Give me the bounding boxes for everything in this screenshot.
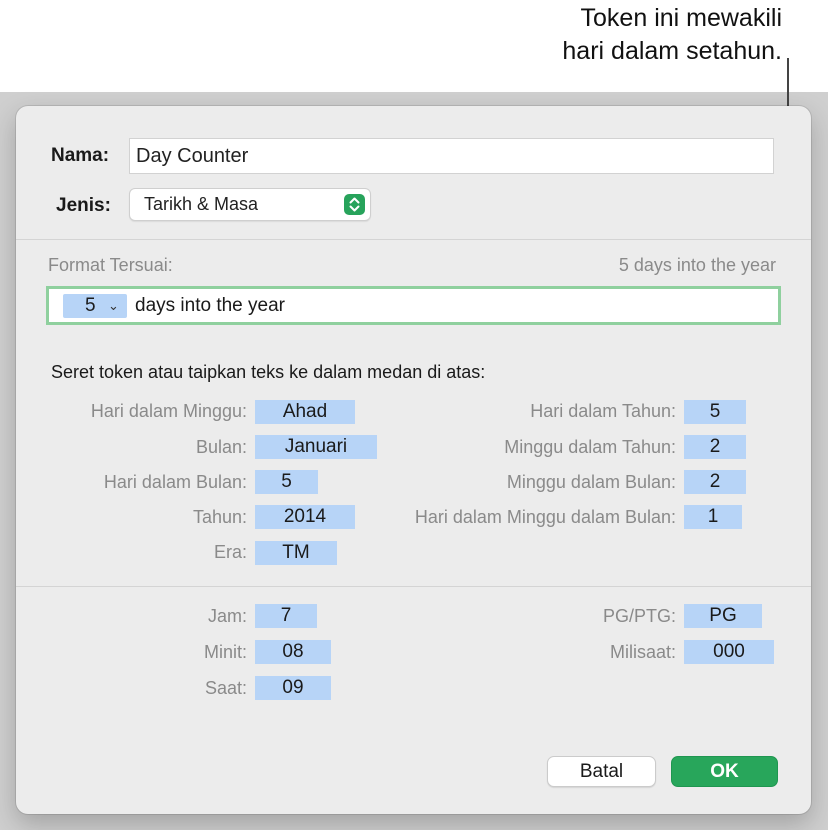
token-label-hour: Jam: xyxy=(207,606,247,626)
token-second[interactable]: 09 xyxy=(255,676,331,700)
token-value: 5 xyxy=(85,295,96,316)
chevron-down-icon[interactable]: ⌄ xyxy=(108,294,119,318)
token-label-day-of-month: Hari dalam Bulan: xyxy=(103,472,247,492)
cancel-button[interactable]: Batal xyxy=(547,756,656,787)
format-text: days into the year xyxy=(135,295,285,316)
token-label-day-of-week: Hari dalam Minggu: xyxy=(90,401,247,421)
type-popup-value: Tarikh & Masa xyxy=(144,194,259,214)
token-label-era: Era: xyxy=(213,542,247,562)
instructions-text: Seret token atau taipkan teks ke dalam m… xyxy=(51,362,486,382)
token-day-of-month[interactable]: 5 xyxy=(255,470,318,494)
token-label-day-of-year: Hari dalam Tahun: xyxy=(530,401,676,421)
token-label-second: Saat: xyxy=(204,678,247,698)
token-label-millisecond: Milisaat: xyxy=(609,642,676,662)
token-day-of-week[interactable]: Ahad xyxy=(255,400,355,424)
token-label-week-of-year: Minggu dalam Tahun: xyxy=(504,437,676,457)
callout-annotation: Token ini mewakili hari dalam setahun. xyxy=(362,2,782,68)
day-of-year-token[interactable]: 5 ⌄ xyxy=(63,294,127,318)
type-label: Jenis: xyxy=(56,195,111,216)
up-down-arrows-icon xyxy=(344,194,365,215)
token-era[interactable]: TM xyxy=(255,541,337,565)
token-hour[interactable]: 7 xyxy=(255,604,317,628)
token-label-day-of-week-in-month: Hari dalam Minggu dalam Bulan: xyxy=(414,507,676,527)
token-label-week-of-month: Minggu dalam Bulan: xyxy=(506,472,676,492)
token-label-month: Bulan: xyxy=(195,437,247,457)
token-week-of-month[interactable]: 2 xyxy=(684,470,746,494)
callout-line-1: Token ini mewakili xyxy=(580,4,782,32)
name-input[interactable]: Day Counter xyxy=(129,138,774,174)
token-label-minute: Minit: xyxy=(203,642,247,662)
section-divider xyxy=(16,239,811,240)
token-millisecond[interactable]: 000 xyxy=(684,640,774,664)
name-label: Nama: xyxy=(51,145,110,166)
section-divider xyxy=(16,586,811,587)
token-day-of-year[interactable]: 5 xyxy=(684,400,746,424)
token-minute[interactable]: 08 xyxy=(255,640,331,664)
token-year[interactable]: 2014 xyxy=(255,505,355,529)
type-popup-button[interactable]: Tarikh & Masa xyxy=(129,188,371,221)
token-label-year: Tahun: xyxy=(192,507,247,527)
format-token-field[interactable]: 5 ⌄ days into the year xyxy=(46,286,781,325)
token-am-pm[interactable]: PG xyxy=(684,604,762,628)
custom-format-label: Format Tersuai: xyxy=(48,255,173,275)
ok-button[interactable]: OK xyxy=(671,756,778,787)
token-month[interactable]: Januari xyxy=(255,435,377,459)
custom-format-dialog: Nama: Day Counter Jenis: Tarikh & Masa F… xyxy=(16,106,811,814)
token-label-am-pm: PG/PTG: xyxy=(602,606,676,626)
callout-line-2: hari dalam setahun. xyxy=(562,37,782,65)
token-week-of-year[interactable]: 2 xyxy=(684,435,746,459)
token-day-of-week-in-month[interactable]: 1 xyxy=(684,505,742,529)
format-preview: 5 days into the year xyxy=(618,255,776,275)
